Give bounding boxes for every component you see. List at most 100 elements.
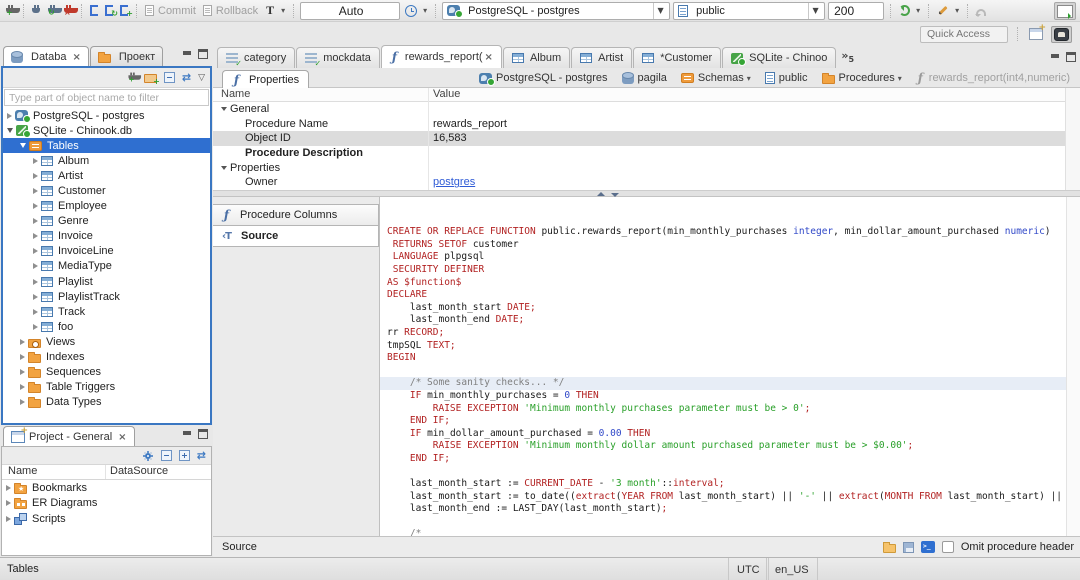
column-name[interactable]: Name	[2, 465, 106, 479]
link-with-editor-icon[interactable]	[182, 71, 191, 84]
new-connection-button[interactable]	[4, 4, 20, 17]
chevron-right-icon[interactable]	[33, 188, 38, 195]
chevron-down-icon[interactable]	[20, 143, 26, 149]
tree-item-mediatype[interactable]: MediaType	[3, 259, 210, 274]
tab-databa[interactable]: Databa	[3, 46, 89, 66]
rollback-button[interactable]: Rollback	[201, 4, 260, 18]
tree-item-invoice[interactable]: Invoice	[3, 229, 210, 244]
chevron-down-icon[interactable]: ▾	[747, 74, 751, 83]
omit-procedure-header-checkbox[interactable]	[941, 541, 954, 553]
new-folder-icon[interactable]	[143, 74, 160, 86]
chevron-right-icon[interactable]	[33, 233, 38, 240]
maximize-icon[interactable]	[1066, 52, 1076, 62]
source-code-viewer[interactable]: CREATE OR REPLACE FUNCTION public.reward…	[379, 197, 1080, 536]
open-sql-script-button[interactable]	[103, 4, 118, 18]
breadcrumb-schemas[interactable]: Schemas ▾	[680, 72, 751, 84]
object-filter-input[interactable]	[4, 89, 209, 106]
chevron-right-icon[interactable]	[33, 308, 38, 315]
disconnect-button[interactable]	[62, 4, 78, 17]
chevron-right-icon[interactable]	[20, 354, 25, 361]
new-sql-editor-button[interactable]	[88, 4, 100, 17]
save-file-icon[interactable]	[902, 541, 914, 553]
tree-item-album[interactable]: Album	[3, 153, 210, 168]
commit-button[interactable]: Commit	[143, 4, 198, 18]
edit-button[interactable]	[935, 4, 961, 18]
chevron-right-icon[interactable]	[33, 172, 38, 179]
chevron-down-icon[interactable]: ▼	[808, 2, 822, 19]
column-datasource[interactable]: DataSource	[106, 465, 168, 479]
tab-overflow-indicator[interactable]: »5	[841, 49, 854, 64]
collapse-all-icon[interactable]	[163, 72, 175, 83]
chevron-right-icon[interactable]	[7, 112, 12, 119]
maximize-icon[interactable]	[198, 429, 208, 439]
editor-tab-artist[interactable]: Artist	[571, 47, 633, 68]
console-icon[interactable]	[920, 541, 935, 553]
refresh-button[interactable]	[897, 4, 922, 17]
new-sql-script-button[interactable]	[118, 4, 133, 18]
property-value[interactable]: postgres	[428, 176, 475, 188]
locale-indicator[interactable]: en_US	[766, 558, 818, 580]
chevron-right-icon[interactable]	[6, 500, 11, 507]
breadcrumb-rewards-report-int4-numeric[interactable]: rewards_report(int4,numeric)	[916, 72, 1070, 84]
close-icon[interactable]	[116, 431, 126, 443]
close-icon[interactable]	[70, 51, 80, 63]
property-row-object-id[interactable]: Object ID 16,583	[213, 131, 1080, 146]
link-with-editor-icon[interactable]	[197, 449, 206, 462]
column-value[interactable]: Value	[428, 88, 460, 101]
chevron-right-icon[interactable]	[33, 203, 38, 210]
tree-item-artist[interactable]: Artist	[3, 168, 210, 183]
quick-access-input[interactable]	[920, 25, 1008, 43]
tree-item-customer[interactable]: Customer	[3, 183, 210, 198]
chevron-right-icon[interactable]	[6, 515, 11, 522]
chevron-down-icon[interactable]	[7, 128, 13, 134]
breadcrumb-pagila[interactable]: pagila	[621, 72, 667, 84]
tab-project-general[interactable]: Project - General	[3, 426, 135, 446]
chevron-right-icon[interactable]	[6, 484, 11, 491]
property-row-procedure-name[interactable]: Procedure Name rewards_report	[213, 117, 1080, 132]
editor-tab-customer[interactable]: *Customer	[633, 47, 722, 68]
editor-tab-album[interactable]: Album	[502, 47, 571, 68]
tree-item-views[interactable]: Views	[3, 334, 210, 349]
sash-up-icon[interactable]	[597, 192, 605, 196]
tree-item-track[interactable]: Track	[3, 304, 210, 319]
active-connection-combo[interactable]: PostgreSQL - postgres ▼	[442, 1, 671, 20]
reconnect-button[interactable]	[46, 4, 62, 17]
chevron-right-icon[interactable]	[33, 293, 38, 300]
collapse-all-icon[interactable]	[160, 450, 172, 461]
transaction-log-button[interactable]	[263, 2, 287, 19]
chevron-right-icon[interactable]	[33, 278, 38, 285]
chevron-down-icon[interactable]: ▼	[653, 2, 667, 19]
breadcrumb-public[interactable]: public	[764, 72, 808, 84]
minimize-icon[interactable]	[182, 49, 192, 59]
open-file-icon[interactable]	[882, 541, 896, 553]
active-schema-combo[interactable]: public ▼	[673, 1, 826, 20]
tree-item-data-types[interactable]: Data Types	[3, 395, 210, 410]
subpanel-button-source[interactable]: Source	[213, 225, 379, 247]
tab-properties[interactable]: Properties	[222, 70, 310, 89]
tree-item-genre[interactable]: Genre	[3, 214, 210, 229]
open-perspective-table-button[interactable]	[1027, 23, 1046, 41]
tab-проект[interactable]: Проект	[89, 46, 164, 66]
project-item-bookmarks[interactable]: Bookmarks	[2, 480, 211, 496]
source-scrollbar[interactable]	[1066, 197, 1080, 536]
tree-item-tables[interactable]: Tables	[3, 138, 210, 154]
chevron-right-icon[interactable]	[33, 323, 38, 330]
tree-item-playlist[interactable]: Playlist	[3, 274, 210, 289]
tree-item-employee[interactable]: Employee	[3, 199, 210, 214]
subpanel-button-procedure-columns[interactable]: Procedure Columns	[213, 204, 379, 226]
chevron-right-icon[interactable]	[33, 263, 38, 270]
chevron-down-icon[interactable]: ▾	[898, 74, 902, 83]
dbeaver-perspective-button[interactable]	[1051, 25, 1072, 43]
new-connection-icon[interactable]	[128, 72, 141, 83]
property-row-properties[interactable]: Properties	[213, 160, 1080, 175]
breadcrumb-postgresql-postgres[interactable]: PostgreSQL - postgres	[479, 72, 608, 86]
tree-item-playlisttrack[interactable]: PlaylistTrack	[3, 289, 210, 304]
connect-button[interactable]	[30, 4, 43, 17]
editor-tab-mockdata[interactable]: mockdata	[296, 47, 380, 68]
chevron-right-icon[interactable]	[33, 248, 38, 255]
chevron-right-icon[interactable]	[20, 384, 25, 391]
editor-tab-sqlite-chinoo[interactable]: SQLite - Chinoo	[722, 47, 837, 68]
view-menu-icon[interactable]	[198, 73, 205, 83]
column-name[interactable]: Name	[213, 88, 428, 101]
tree-item-postgresql-postgres[interactable]: PostgreSQL - postgres	[3, 108, 210, 124]
